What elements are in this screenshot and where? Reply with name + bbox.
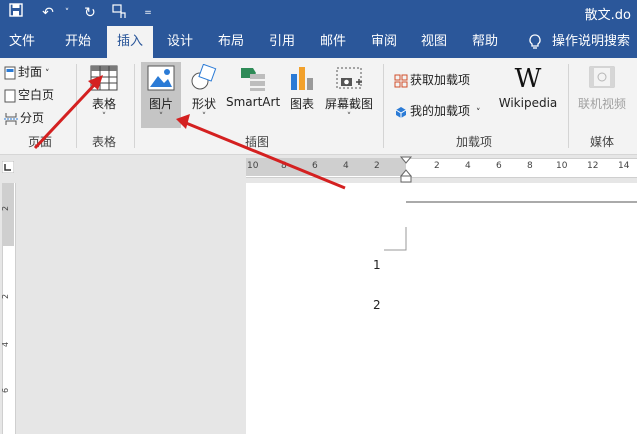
word-window: ↶ ˅ ↻ = 散文.do 文件 开始 插入 设计 布局 引用 邮件 审阅 视图… <box>0 0 637 434</box>
arrow-to-picture <box>176 114 346 190</box>
annotation-arrows <box>33 75 346 190</box>
arrow-to-table <box>33 75 103 150</box>
